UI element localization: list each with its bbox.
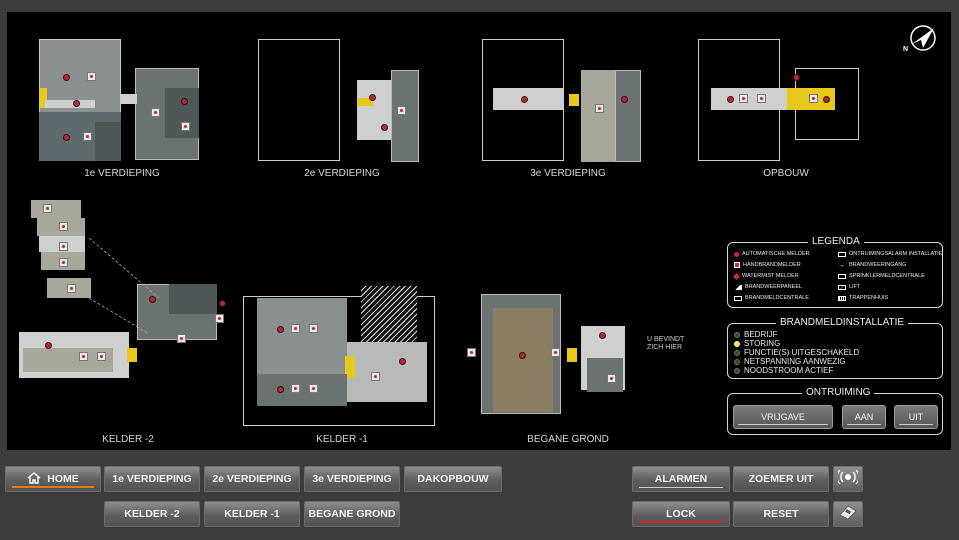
screen: 1e VERDIEPING 2e VERDIEPING 3e VERDIEPIN… [0,0,959,540]
status-bedrijf: BEDRIJF [734,330,777,339]
nav-kelder-1-button[interactable]: KELDER -1 [204,501,300,527]
floorplan-panel: 1e VERDIEPING 2e VERDIEPING 3e VERDIEPIN… [7,12,951,450]
status-led-icon [734,358,740,365]
legend-title: LEGENDA [808,236,864,247]
water-mist-icon [732,272,741,280]
nav-1e-verdieping-button[interactable]: 1e VERDIEPING [104,466,200,492]
zoemer-uit-button[interactable]: ZOEMER UIT [733,466,829,492]
north-arrow-icon: N [903,24,939,60]
status-noodstroom: NOODSTROOM ACTIEF [734,366,833,375]
floor-label-2e: 2e VERDIEPING [304,168,380,179]
nav-3e-verdieping-button[interactable]: 3e VERDIEPING [304,466,400,492]
status-storing: STORING [734,339,780,348]
panel-button[interactable] [833,501,863,527]
nav-begane-grond-button[interactable]: BEGANE GROND [304,501,400,527]
button-underline [639,487,723,488]
status-led-icon [734,349,740,356]
nav-dakopbouw-button[interactable]: DAKOPBOUW [404,466,502,492]
floor-label-kelder-1: KELDER -1 [316,434,368,445]
floorplan-opbouw[interactable] [697,38,867,168]
legend-item: SPRINKLERMELDCENTRALE [838,273,925,279]
stairs-icon [838,295,846,301]
nav-2e-verdieping-button[interactable]: 2e VERDIEPING [204,466,300,492]
floor-label-kelder-2: KELDER -2 [102,434,154,445]
legend-item: BRANDMELDCENTRALE [734,295,809,301]
floorplan-begane-grond[interactable] [463,292,653,422]
legend-item: WATERMIST MELDER [732,272,799,280]
legend-item: → BRANDWEERINGANG [838,261,907,269]
status-functies-uitgeschakeld: FUNCTIE(S) UITGESCHAKELD [734,348,859,357]
evacuation-title: ONTRUIMING [802,387,875,398]
legend-item: AUTOMATISCHE MELDER [734,251,810,257]
evacuation-box: ONTRUIMING VRIJGAVE AAN UIT [727,387,943,435]
legend-box: LEGENDA AUTOMATISCHE MELDER HANDBRANDMEL… [727,236,943,308]
manual-call-point-icon [734,262,740,268]
red-dot-icon [734,251,739,257]
legend-item: LIFT [838,284,860,290]
fire-panel-icon [734,284,742,290]
legend-item: TRAPPENHUIS [838,295,888,301]
fire-system-title: BRANDMELDINSTALLATIE [776,317,909,328]
floorplan-2e-verdieping[interactable] [257,38,427,168]
north-label: N [903,46,909,53]
status-netspanning: NETSPANNING AANWEZIG [734,357,846,366]
uit-button[interactable]: UIT [894,405,938,429]
you-are-here-label: U BEVINDT ZICH HIER [647,336,685,351]
status-led-icon [734,367,740,374]
lock-button[interactable]: LOCK [632,501,730,527]
floor-label-opbouw: OPBOUW [763,168,809,179]
nav-kelder-2-button[interactable]: KELDER -2 [104,501,200,527]
vrijgave-button[interactable]: VRIJGAVE [733,405,833,429]
reset-button[interactable]: RESET [733,501,829,527]
floorplan-1e-verdieping[interactable] [35,38,235,168]
fire-panel-icon [838,503,858,526]
home-icon [27,471,41,487]
floor-label-begane-grond: BEGANE GROND [527,434,609,445]
evacuation-alarm-icon [838,251,846,257]
aan-button[interactable]: AAN [842,405,886,429]
status-led-icon [734,340,740,347]
home-button[interactable]: HOME [5,466,101,492]
active-indicator [12,486,94,488]
status-led-icon [734,331,740,338]
floor-label-1e: 1e VERDIEPING [84,168,160,179]
legend-item: HANDBRANDMELDER [734,262,801,268]
sprinkler-icon [838,273,846,279]
fire-system-status-box: BRANDMELDINSTALLATIE BEDRIJF STORING FUN… [727,317,943,379]
floorplan-kelder-2[interactable] [19,198,229,378]
buzzer-button[interactable] [833,466,863,492]
lift-icon [838,284,846,290]
floorplan-3e-verdieping[interactable] [481,38,651,168]
legend-item: ONTRUIMINGSALARM INSTALLATIE [838,251,942,257]
legend-item: BRANDWEERPANEEL [734,284,802,290]
fire-control-icon [734,295,742,301]
floorplan-kelder-1[interactable] [241,286,441,428]
buzzer-icon [836,468,860,491]
arrow-right-icon: → [838,261,845,269]
lock-indicator [639,521,723,523]
alarmen-button[interactable]: ALARMEN [632,466,730,492]
floor-label-3e: 3e VERDIEPING [530,168,606,179]
